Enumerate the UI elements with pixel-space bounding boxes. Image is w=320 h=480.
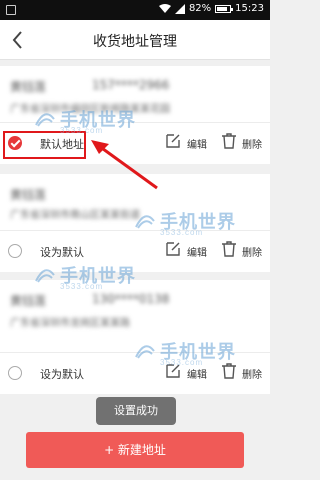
recipient-name: 黄钰莲 bbox=[10, 80, 47, 94]
recipient-address: 广东省深圳市南山区某某街道 bbox=[10, 210, 140, 221]
recipient-phone: 157****2966 bbox=[92, 78, 170, 92]
address-actions: 设为默认 编辑 删除 bbox=[0, 232, 270, 272]
set-default-label[interactable]: 设为默认 bbox=[40, 366, 84, 382]
edit-button[interactable]: 编辑 bbox=[187, 366, 207, 381]
highlight-box bbox=[3, 131, 86, 159]
divider bbox=[0, 122, 270, 123]
notification-icon bbox=[6, 5, 16, 15]
clock: 15:23 bbox=[235, 3, 264, 14]
default-radio[interactable] bbox=[8, 244, 22, 258]
page-title: 收货地址管理 bbox=[93, 34, 177, 50]
battery-percent: 82% bbox=[188, 3, 212, 14]
edit-icon[interactable] bbox=[164, 240, 182, 258]
address-card[interactable]: 黄钰莲 130****0138 广东省深圳市龙岗区某某路 设为默认 编辑 删除 bbox=[0, 280, 270, 394]
recipient-address: 广东省深圳市龙岗区某某路 bbox=[10, 318, 130, 329]
edit-icon[interactable] bbox=[164, 362, 182, 380]
delete-button[interactable]: 删除 bbox=[242, 244, 262, 259]
edit-button[interactable]: 编辑 bbox=[187, 244, 207, 259]
status-bar: 82% 15:23 bbox=[0, 0, 270, 20]
address-actions: 设为默认 编辑 删除 bbox=[0, 354, 270, 394]
battery-fill bbox=[217, 6, 227, 11]
trash-icon[interactable] bbox=[220, 240, 238, 258]
default-radio[interactable] bbox=[8, 366, 22, 380]
annotation-arrow-icon bbox=[91, 140, 158, 190]
recipient-phone: 130****0138 bbox=[92, 292, 170, 306]
trash-icon[interactable] bbox=[220, 362, 238, 380]
divider bbox=[0, 352, 270, 353]
status-icons: 82% 15:23 bbox=[158, 3, 264, 14]
signal-icon bbox=[174, 3, 185, 14]
edit-icon[interactable] bbox=[164, 132, 182, 150]
edit-button[interactable]: 编辑 bbox=[187, 136, 207, 151]
divider bbox=[0, 230, 270, 231]
recipient-address: 广东省深圳市福田区新闻路某某花园 bbox=[10, 104, 170, 115]
new-address-button[interactable]: + 新建地址 bbox=[26, 432, 244, 468]
delete-button[interactable]: 删除 bbox=[242, 366, 262, 381]
navbar: 收货地址管理 bbox=[0, 20, 270, 60]
trash-icon[interactable] bbox=[220, 132, 238, 150]
recipient-name: 黄钰莲 bbox=[10, 188, 47, 202]
toast-message: 设置成功 bbox=[96, 397, 176, 425]
set-default-label[interactable]: 设为默认 bbox=[40, 244, 84, 260]
battery-icon bbox=[215, 4, 234, 13]
delete-button[interactable]: 删除 bbox=[242, 136, 262, 151]
recipient-name: 黄钰莲 bbox=[10, 294, 47, 308]
wifi-icon bbox=[158, 3, 171, 13]
